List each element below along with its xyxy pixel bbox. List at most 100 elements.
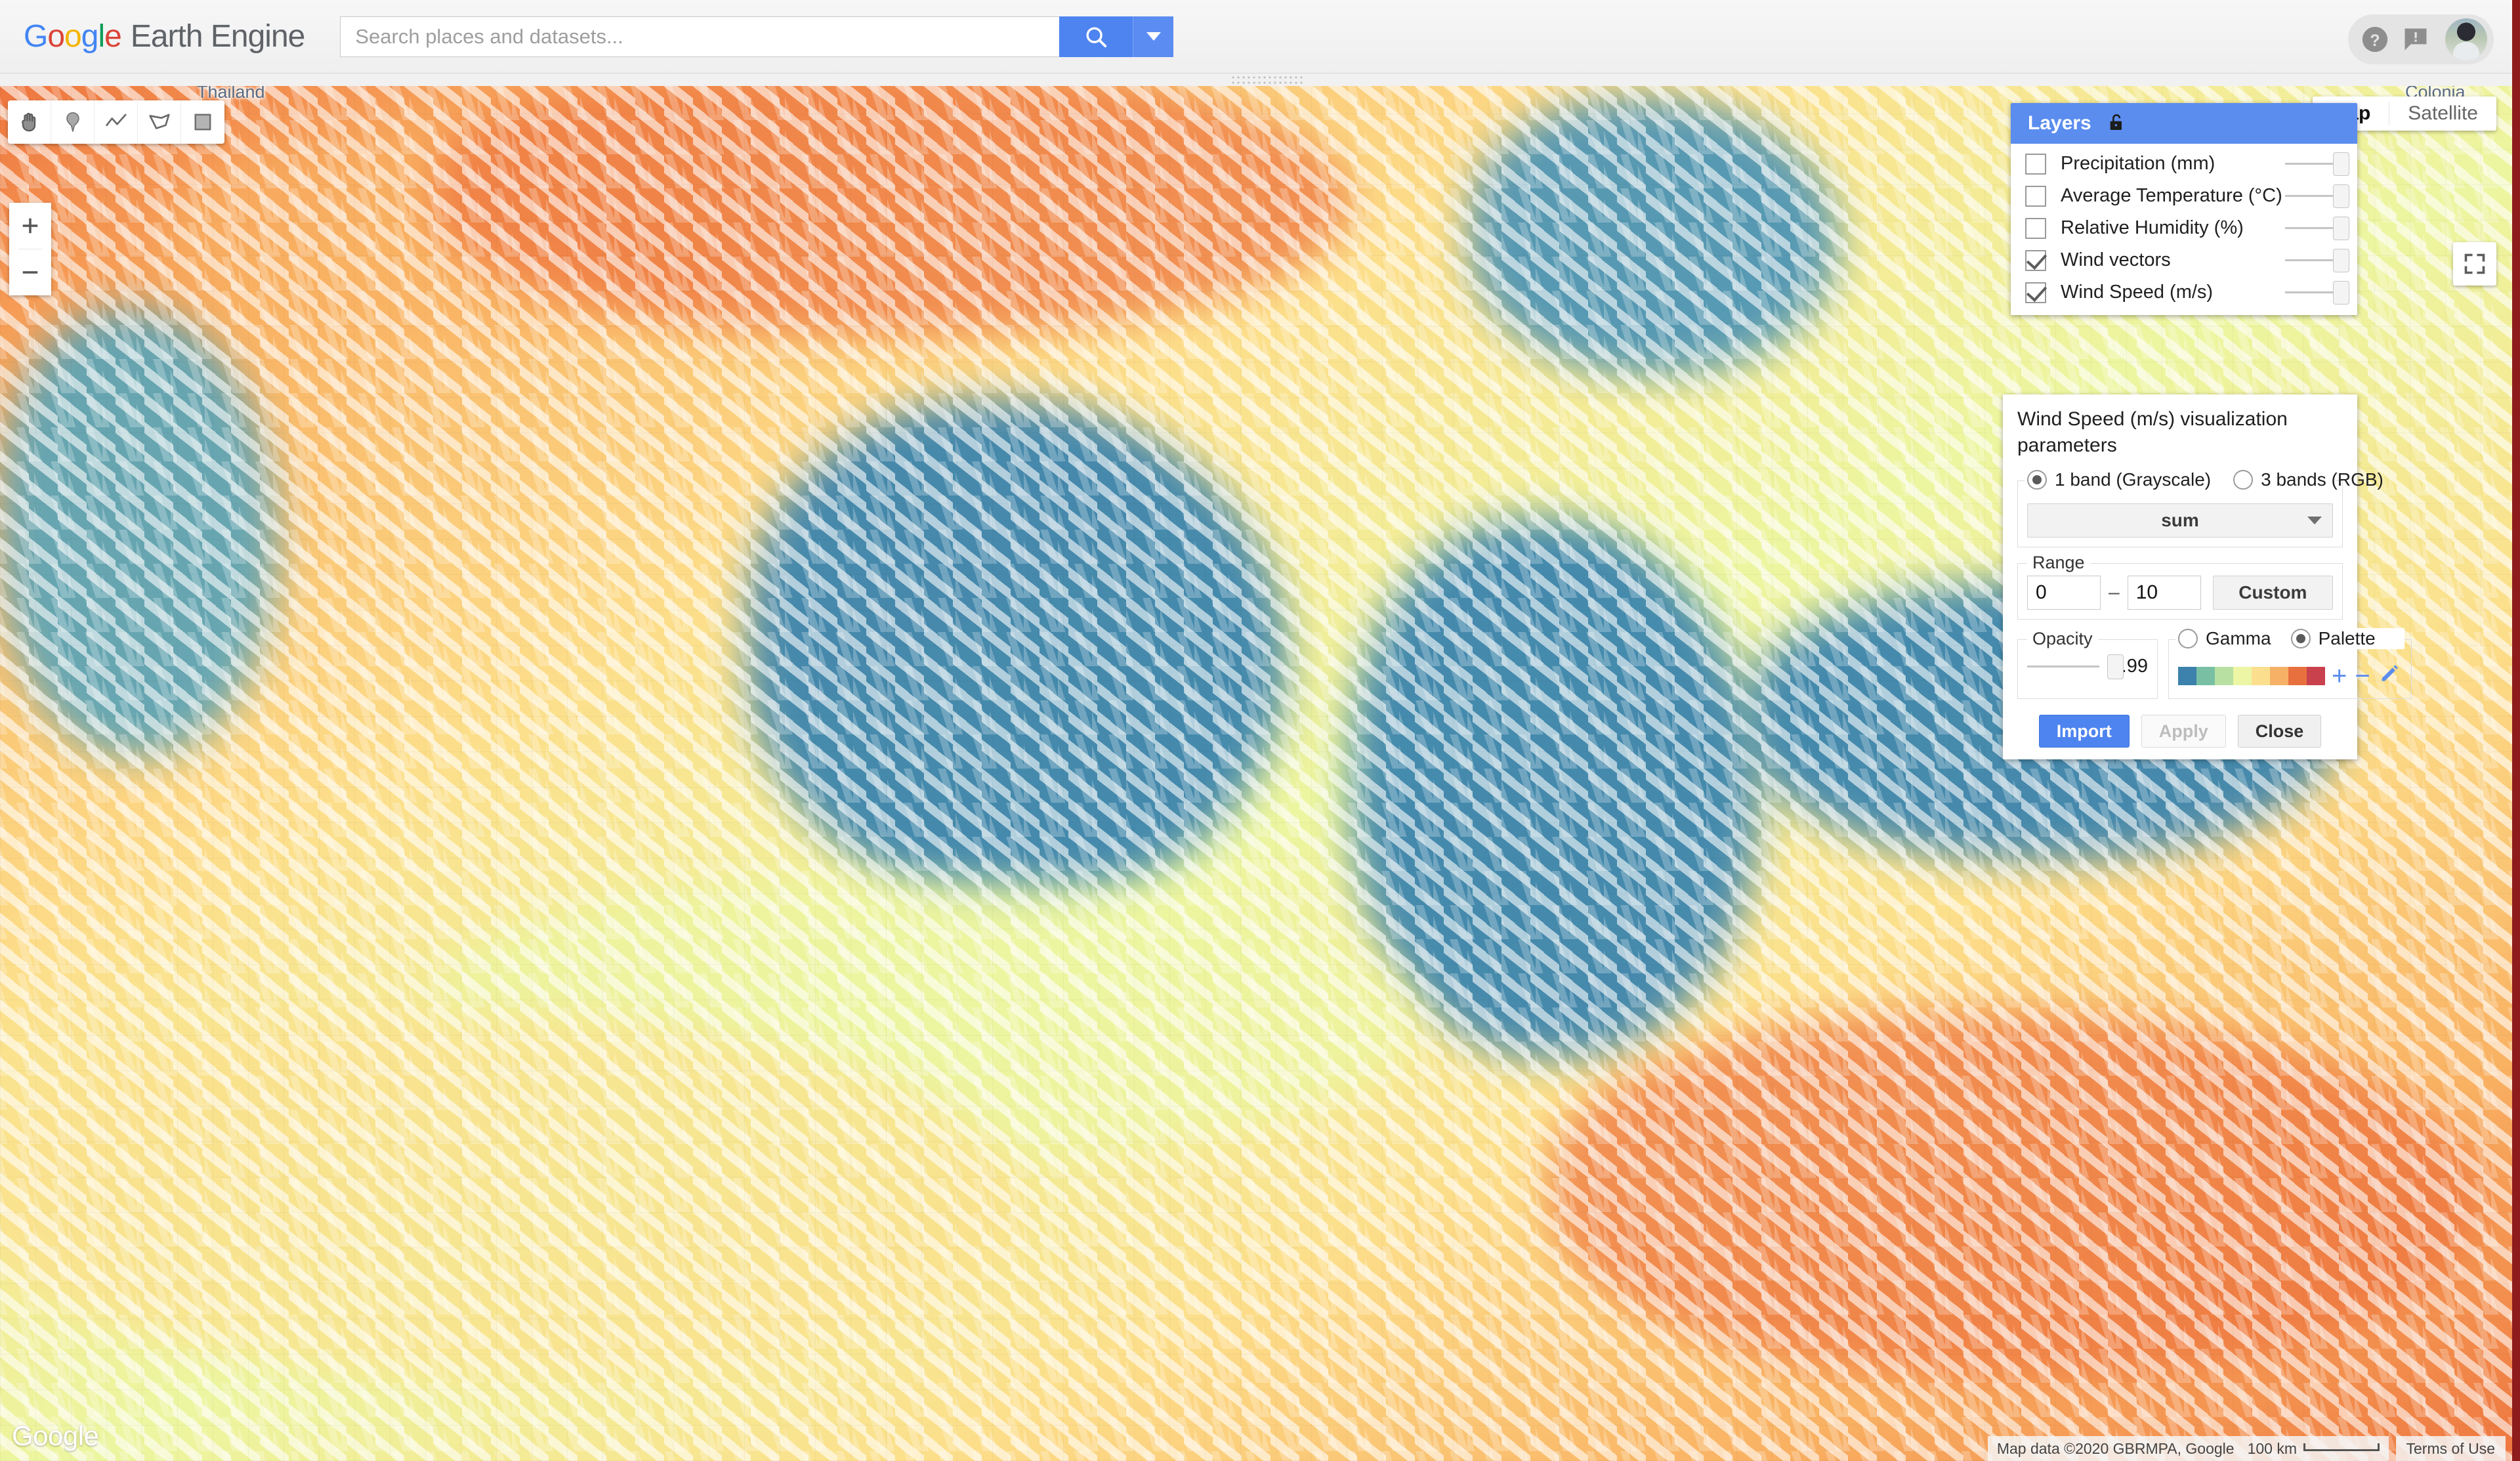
range-fieldset: Range – Custom (2017, 553, 2343, 620)
help-icon[interactable]: ? (2355, 19, 2395, 60)
search-dropdown-icon[interactable] (1133, 16, 1174, 57)
polygon-tool[interactable] (138, 100, 181, 144)
color-mode-radios: Gamma Palette (2175, 628, 2404, 650)
attribution-text: Map data ©2020 GBRMPA, Google (1996, 1439, 2235, 1457)
layer-opacity-slider[interactable] (2285, 183, 2349, 209)
layer-checkbox[interactable] (2025, 185, 2046, 207)
raster-field-region (0, 309, 276, 755)
layer-checkbox[interactable] (2025, 282, 2046, 303)
feedback-icon[interactable] (2395, 19, 2436, 60)
zoom-out-button[interactable] (9, 249, 51, 295)
line-tool[interactable] (94, 100, 138, 144)
map-canvas[interactable]: Thailand Colonia Satellite Layers Precip… (0, 86, 2512, 1461)
tab-satellite[interactable]: Satellite (2389, 96, 2496, 131)
layer-opacity-slider[interactable] (2285, 280, 2349, 306)
layer-opacity-thumb[interactable] (2333, 216, 2349, 240)
rectangle-tool[interactable] (181, 100, 224, 144)
opacity-slider[interactable] (2027, 653, 2124, 680)
logo-letter-e: e (104, 19, 122, 54)
search-input[interactable] (340, 16, 1060, 57)
palette-swatch[interactable] (2215, 666, 2233, 685)
viz-panel-buttons: Import Apply Close (2017, 715, 2343, 748)
layer-checkbox[interactable] (2025, 153, 2046, 175)
radio-1-band-grayscale[interactable] (2027, 470, 2047, 490)
marker-tool[interactable] (51, 100, 94, 144)
layer-opacity-thumb[interactable] (2333, 152, 2349, 176)
layer-opacity-slider[interactable] (2285, 151, 2349, 177)
layer-label: Wind Speed (m/s) (2061, 282, 2214, 303)
layer-checkbox[interactable] (2025, 217, 2046, 239)
palette-swatch[interactable] (2178, 666, 2196, 685)
band-mode-fieldset: 1 band (Grayscale) 3 bands (RGB) sum (2017, 469, 2384, 548)
logo-letter-g1: G (24, 19, 48, 54)
palette-swatch[interactable] (2270, 666, 2288, 685)
band-select-value: sum (2161, 510, 2199, 531)
layer-label: Average Temperature (°C) (2061, 185, 2282, 206)
range-max-input[interactable] (2127, 576, 2201, 610)
layers-title: Layers (2028, 112, 2091, 134)
layer-row: Wind vectors (2011, 244, 2357, 276)
layer-row: Relative Humidity (%) (2011, 212, 2357, 244)
radio-palette[interactable] (2290, 629, 2311, 649)
import-button[interactable]: Import (2038, 715, 2130, 748)
logo-letter-o1: o (47, 19, 65, 54)
label-gamma: Gamma (2206, 628, 2271, 649)
plus-icon[interactable]: + (2330, 663, 2348, 689)
layer-label: Relative Humidity (%) (2061, 217, 2244, 238)
layer-opacity-slider[interactable] (2285, 215, 2349, 242)
pan-tool[interactable] (8, 100, 51, 144)
scale-bar-graphic (2303, 1443, 2380, 1451)
raster-field-region (1352, 519, 1759, 1057)
radio-3-bands-rgb[interactable] (2233, 470, 2254, 490)
pencil-icon[interactable] (2377, 662, 2402, 689)
product-name: Earth Engine (130, 19, 306, 54)
logo-letter-g2: g (81, 19, 99, 54)
layer-row: Wind Speed (m/s) (2011, 276, 2357, 308)
range-separator: – (2109, 582, 2120, 604)
unlock-icon[interactable] (2106, 112, 2127, 136)
layers-panel-header[interactable]: Layers (2011, 103, 2357, 144)
opacity-slider-track (2027, 665, 2099, 667)
palette-swatch[interactable] (2288, 666, 2307, 685)
layer-opacity-thumb[interactable] (2333, 184, 2349, 208)
window-edge (2512, 0, 2520, 1461)
close-button[interactable]: Close (2237, 715, 2322, 748)
panel-resize-handle[interactable] (1230, 75, 1303, 87)
palette-swatch[interactable] (2196, 666, 2215, 685)
layers-panel: Layers Precipitation (mm) Average Tempera… (2011, 103, 2357, 315)
layer-opacity-thumb[interactable] (2333, 280, 2349, 305)
band-select[interactable]: sum (2027, 503, 2333, 538)
label-palette: Palette (2318, 628, 2376, 649)
search-icon[interactable] (1059, 16, 1133, 57)
palette-swatch[interactable] (2307, 666, 2325, 685)
opacity-legend: Opacity (2027, 629, 2098, 650)
radio-gamma[interactable] (2178, 629, 2198, 649)
zoom-controls (9, 203, 51, 295)
color-mode-fieldset: Gamma Palette + − (2168, 628, 2412, 700)
layers-list: Precipitation (mm) Average Temperature (°… (2011, 144, 2357, 315)
terms-of-use-link[interactable]: Terms of Use (2395, 1436, 2506, 1461)
layer-opacity-slider[interactable] (2285, 247, 2349, 274)
palette-swatch[interactable] (2252, 666, 2270, 685)
minus-icon[interactable]: − (2353, 663, 2371, 689)
opacity-fieldset: Opacity 0.99 (2017, 629, 2158, 700)
drawing-tools-bar (8, 100, 224, 144)
palette-swatches[interactable] (2178, 666, 2325, 685)
avatar[interactable] (2445, 18, 2487, 60)
chevron-down-icon (1146, 32, 1161, 41)
fullscreen-icon[interactable] (2453, 242, 2496, 286)
range-stretch-value: Custom (2238, 582, 2307, 603)
logo-letter-l: l (98, 19, 105, 54)
layer-opacity-thumb[interactable] (2333, 248, 2349, 272)
raster-field-region (1470, 99, 1838, 375)
opacity-slider-thumb[interactable] (2107, 654, 2124, 680)
app-header: Google Earth Engine ? (0, 0, 2512, 74)
range-stretch-select[interactable]: Custom (2212, 576, 2333, 610)
range-min-input[interactable] (2027, 576, 2101, 610)
viz-panel-title: Wind Speed (m/s) visualization parameter… (2017, 408, 2288, 456)
map-attribution: Map data ©2020 GBRMPA, Google 100 km (1987, 1436, 2389, 1461)
apply-button[interactable]: Apply (2141, 715, 2226, 748)
layer-checkbox[interactable] (2025, 249, 2046, 271)
zoom-in-button[interactable] (9, 203, 51, 249)
palette-swatch[interactable] (2233, 666, 2252, 685)
